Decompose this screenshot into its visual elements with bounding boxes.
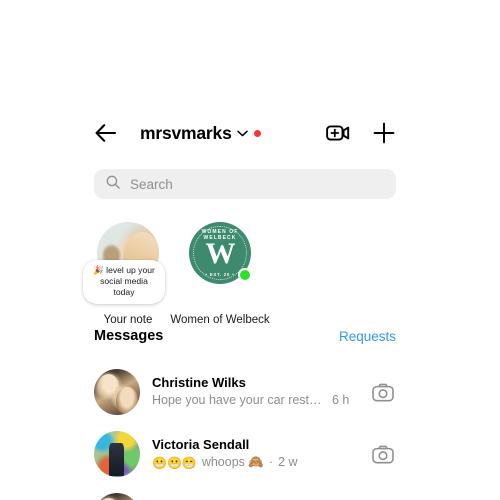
note-label: Your note [103, 314, 153, 326]
page-title: mrsvmarks [140, 122, 232, 143]
avatar[interactable] [94, 431, 140, 477]
unread-indicator-dot [253, 129, 261, 137]
notes-row: 🎉 level up your social media today Your … [83, 222, 396, 326]
camera-icon[interactable] [370, 379, 396, 405]
messages-heading: Messages [94, 328, 164, 344]
note-bubble-text[interactable]: 🎉 level up your social media today [83, 260, 165, 304]
search-bar[interactable]: Search [94, 169, 396, 199]
camera-icon[interactable] [370, 441, 396, 467]
conversation-text: Victoria Sendall 😬😬😁 whoops 🙈 · 2 w [152, 436, 364, 472]
content-column: mrsvmarks Search 🎉 level up your social … [83, 0, 396, 500]
timestamp: 2 w [278, 455, 298, 470]
online-status-dot [238, 268, 252, 282]
conversation-name: Christine Wilks [152, 374, 246, 390]
conversation-name: Victoria Sendall [152, 436, 250, 452]
account-switcher[interactable]: mrsvmarks [140, 123, 261, 144]
new-message-plus-icon[interactable] [372, 121, 396, 145]
note-item-women-of-welbeck[interactable]: WOMEN OF WELBECK W • EST. 20 • Women of … [170, 222, 270, 326]
video-camera-plus-icon[interactable] [326, 121, 350, 145]
messages-section-header: Messages Requests [94, 328, 396, 344]
message-preview: whoops 🙈 [201, 455, 264, 470]
app-header: mrsvmarks [94, 118, 396, 148]
note-avatar-wrap: WOMEN OF WELBECK W • EST. 20 • [189, 222, 252, 284]
chevron-down-icon[interactable] [236, 128, 248, 139]
header-actions [326, 121, 396, 145]
table-row[interactable]: Nina [94, 485, 396, 500]
conversation-list: Christine Wilks Hope you have your car r… [94, 361, 396, 500]
conversation-subtitle: 😬😬😁 whoops 🙈 · 2 w [152, 453, 364, 472]
reaction-emojis: 😬😬😁 [152, 455, 197, 470]
timestamp: 6 h [332, 393, 350, 408]
table-row[interactable]: Christine Wilks Hope you have your car r… [94, 361, 396, 423]
instagram-direct-messages-screen: mrsvmarks Search 🎉 level up your social … [0, 0, 500, 500]
conversation-subtitle: Hope you have your car restoc… 6 h [152, 391, 364, 410]
logo-monogram: W [205, 237, 236, 270]
table-row[interactable]: Victoria Sendall 😬😬😁 whoops 🙈 · 2 w [94, 423, 396, 485]
note-avatar-wrap: 🎉 level up your social media today [83, 222, 165, 304]
separator-dot: · [268, 455, 274, 470]
message-preview: Hope you have your car restoc… [152, 393, 327, 408]
note-item-your-note[interactable]: 🎉 level up your social media today Your … [83, 222, 165, 326]
conversation-text: Christine Wilks Hope you have your car r… [152, 374, 364, 410]
search-input[interactable]: Search [130, 177, 173, 192]
avatar[interactable] [94, 493, 140, 500]
avatar[interactable] [94, 369, 140, 415]
search-icon [106, 175, 120, 194]
back-arrow-icon[interactable] [94, 121, 118, 145]
requests-link[interactable]: Requests [339, 329, 396, 344]
note-label: Women of Welbeck [170, 314, 270, 326]
